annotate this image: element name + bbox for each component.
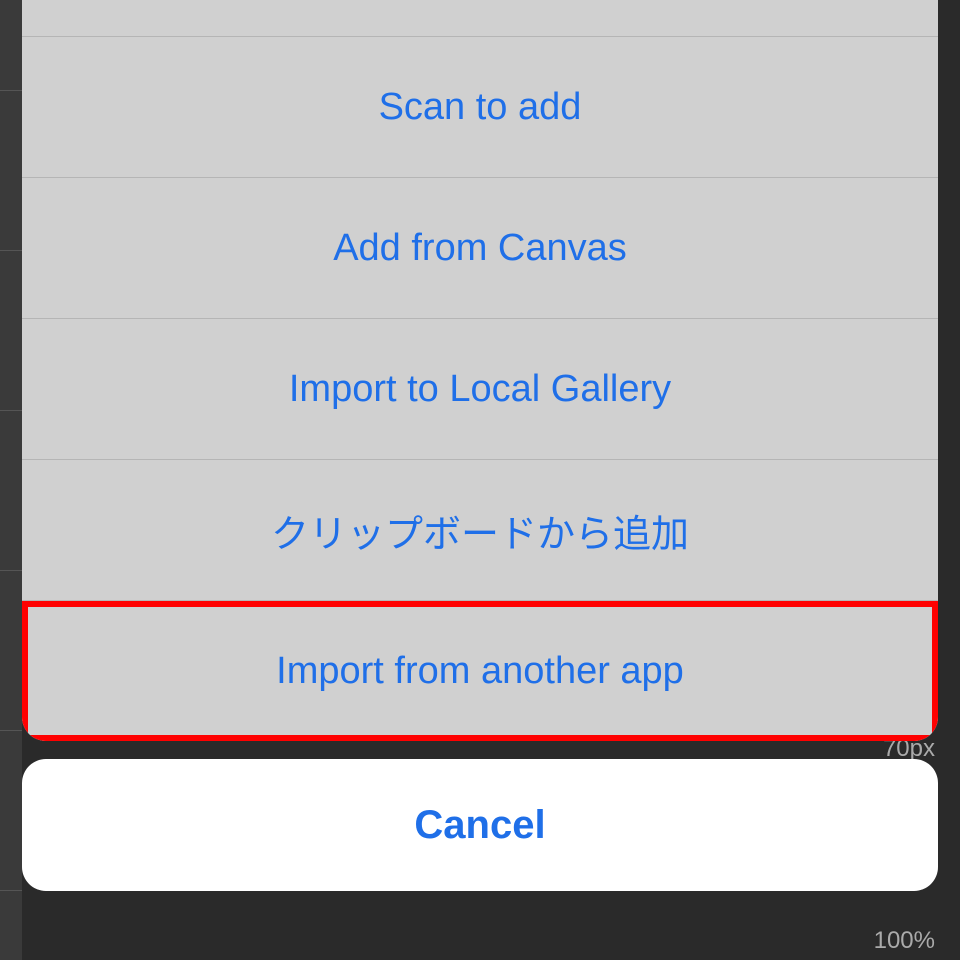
option-partial-top[interactable] xyxy=(22,0,938,36)
cancel-label: Cancel xyxy=(414,803,545,848)
option-label: Scan to add xyxy=(379,86,582,129)
action-sheet-options: Scan to add Add from Canvas Import to Lo… xyxy=(22,0,938,741)
cancel-button[interactable]: Cancel xyxy=(22,759,938,891)
option-import-another-app[interactable]: Import from another app xyxy=(22,600,938,741)
option-scan-to-add[interactable]: Scan to add xyxy=(22,36,938,177)
ruler-background xyxy=(0,0,22,960)
option-add-from-clipboard[interactable]: クリップボードから追加 xyxy=(22,459,938,600)
option-add-from-canvas[interactable]: Add from Canvas xyxy=(22,177,938,318)
option-label: Import from another app xyxy=(276,650,684,693)
option-label: Add from Canvas xyxy=(333,227,627,270)
option-label: クリップボードから追加 xyxy=(271,503,689,558)
option-import-local-gallery[interactable]: Import to Local Gallery xyxy=(22,318,938,459)
action-sheet: Scan to add Add from Canvas Import to Lo… xyxy=(22,0,938,960)
option-label: Import to Local Gallery xyxy=(289,368,671,411)
